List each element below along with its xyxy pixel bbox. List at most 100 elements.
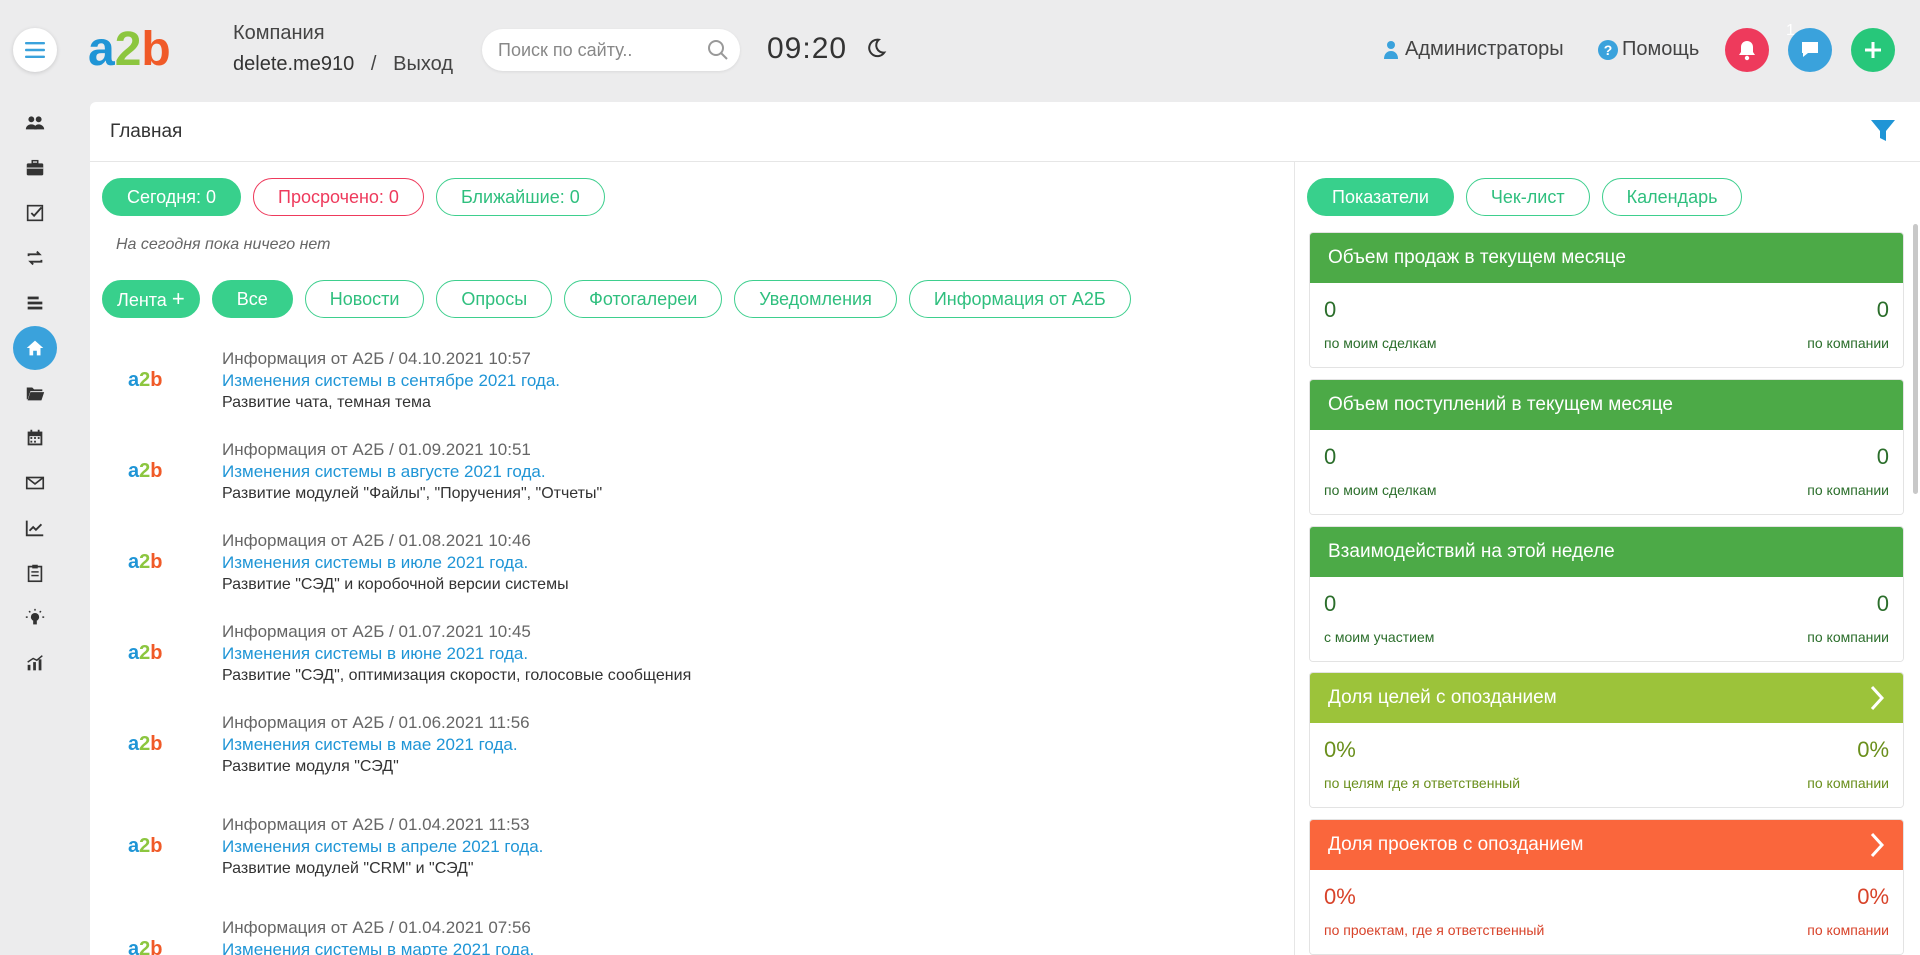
tab-polls[interactable]: Опросы <box>436 280 553 318</box>
plus-icon: + <box>171 286 185 311</box>
right-tabs: Показатели Чек-лист Календарь <box>1307 178 1743 216</box>
feed-item: a 2 b Информация от А2Б / 01.04.2021 07:56 И… <box>90 917 1190 955</box>
sidebar-item-analytics[interactable] <box>13 641 57 685</box>
feed-title-link[interactable]: Изменения системы в марте 2021 года. <box>222 939 534 955</box>
dark-mode-toggle[interactable] <box>865 37 887 64</box>
upcoming-tasks-button[interactable]: Ближайшие: 0 <box>435 178 605 216</box>
feed-item: a 2 b Информация от А2Б / 01.07.2021 10:45 И… <box>90 621 1190 691</box>
folder-icon <box>26 387 45 401</box>
indicator-card[interactable]: Доля целей с опозданием 0% 0% по целям где … <box>1309 672 1904 808</box>
sidebar-item-layers[interactable] <box>13 281 57 325</box>
sidebar-item-reports[interactable] <box>13 506 57 550</box>
filter-icon[interactable] <box>1870 118 1896 150</box>
card-body: 0 0 по моим сделкам по компании <box>1310 430 1903 514</box>
sidebar <box>0 0 70 955</box>
feed-logo-icon: a2b <box>128 551 163 573</box>
sidebar-item-processes[interactable] <box>13 236 57 280</box>
logo[interactable]: a 2 b <box>88 26 171 74</box>
indicator-card: Объем продаж в текущем месяце 0 0 по моим с… <box>1309 232 1904 368</box>
notifications-button[interactable] <box>1725 28 1769 72</box>
company-label[interactable]: Компания <box>233 22 453 45</box>
user-line: delete.me910 / Выход <box>233 53 453 76</box>
feed-title-link[interactable]: Изменения системы в июле 2021 года. <box>222 552 569 574</box>
indicator-card: Объем поступлений в текущем месяце 0 0 по м… <box>1309 379 1904 515</box>
card-left-value: 0% <box>1324 737 1356 762</box>
feed-title-link[interactable]: Изменения системы в июне 2021 года. <box>222 643 691 665</box>
feed-description: Развитие модулей "CRM" и "СЭД" <box>222 860 474 877</box>
repeat-icon <box>27 250 43 266</box>
indicator-card[interactable]: Доля проектов с опозданием 0% 0% по проекта… <box>1309 819 1904 955</box>
left-column: Сегодня: 0 Просрочено: 0 Ближайшие: 0 На… <box>90 162 1295 955</box>
feed-item: a 2 b Информация от А2Б / 01.09.2021 10:51 И… <box>90 439 1190 509</box>
tab-indicators[interactable]: Показатели <box>1307 178 1454 216</box>
card-right-label: по компании <box>1807 629 1889 645</box>
page-title: Главная <box>110 120 183 142</box>
card-right-label: по компании <box>1807 335 1889 351</box>
feed-logo-icon: a2b <box>128 460 163 482</box>
tab-notifications[interactable]: Уведомления <box>734 280 897 318</box>
sidebar-item-deals[interactable] <box>13 146 57 190</box>
sidebar-item-mail[interactable] <box>13 461 57 505</box>
feed-title-link[interactable]: Изменения системы в апреле 2021 года. <box>222 836 543 858</box>
menu-toggle-button[interactable] <box>13 28 57 72</box>
checkbox-icon <box>26 204 44 222</box>
sidebar-item-users[interactable] <box>13 101 57 145</box>
chevron-right-icon[interactable] <box>1869 685 1885 717</box>
sidebar-item-tasks[interactable] <box>13 191 57 235</box>
search-icon[interactable] <box>706 38 730 67</box>
feed-text: Информация от А2Б / 04.10.2021 10:57 Изме… <box>222 348 560 414</box>
indicator-card: Взаимодействий на этой неделе 0 0 с моим уч… <box>1309 526 1904 662</box>
tab-checklist[interactable]: Чек-лист <box>1465 178 1590 216</box>
clipboard-icon <box>27 564 43 583</box>
card-left-value: 0 <box>1324 297 1337 322</box>
card-title: Объем поступлений в текущем месяце <box>1328 394 1673 415</box>
card-right-label: по компании <box>1807 922 1889 938</box>
card-left-value: 0 <box>1324 591 1337 616</box>
feed-title-link[interactable]: Изменения системы в мае 2021 года. <box>222 734 530 756</box>
help-link[interactable]: ? Помощь <box>1598 38 1699 61</box>
admins-label: Администраторы <box>1405 38 1564 60</box>
card-body: 0 0 с моим участием по компании <box>1310 577 1903 661</box>
feed-meta: Информация от А2Б / 01.08.2021 10:46 <box>222 531 531 550</box>
tab-galleries[interactable]: Фотогалереи <box>564 280 723 318</box>
sidebar-item-calendar[interactable] <box>13 416 57 460</box>
card-header: Доля целей с опозданием <box>1310 673 1903 723</box>
tab-calendar[interactable]: Календарь <box>1601 178 1743 216</box>
feed-title-link[interactable]: Изменения системы в августе 2021 года. <box>222 461 602 483</box>
card-title: Взаимодействий на этой неделе <box>1328 541 1615 562</box>
today-tasks-button[interactable]: Сегодня: 0 <box>102 178 241 216</box>
search-input[interactable] <box>498 39 698 61</box>
sidebar-item-files[interactable] <box>13 371 57 415</box>
feed-title-link[interactable]: Изменения системы в сентябре 2021 года. <box>222 370 560 392</box>
right-column: Показатели Чек-лист Календарь Объем прод… <box>1295 162 1920 955</box>
overdue-tasks-button[interactable]: Просрочено: 0 <box>253 178 424 216</box>
sidebar-item-documents[interactable] <box>13 551 57 595</box>
username[interactable]: delete.me910 <box>233 53 354 75</box>
feed-logo-icon: a2b <box>128 733 163 755</box>
card-left-value: 0% <box>1324 884 1356 909</box>
tab-all[interactable]: Все <box>211 280 293 318</box>
tab-news[interactable]: Новости <box>304 280 425 318</box>
logout-link[interactable]: Выход <box>393 53 453 75</box>
tab-info[interactable]: Информация от А2Б <box>908 280 1131 318</box>
chevron-right-icon[interactable] <box>1869 832 1885 864</box>
add-button[interactable] <box>1851 28 1895 72</box>
sidebar-item-ideas[interactable] <box>13 596 57 640</box>
card-title: Доля целей с опозданием <box>1328 687 1557 708</box>
card-left-label: по проектам, где я ответственный <box>1324 922 1545 938</box>
feed-logo-icon: a2b <box>128 938 163 955</box>
feed-text: Информация от А2Б / 01.06.2021 11:56 Изме… <box>222 712 530 778</box>
home-icon <box>26 340 44 356</box>
card-body: 0% 0% по проектам, где я ответственный по к… <box>1310 870 1903 954</box>
sidebar-item-home[interactable] <box>13 326 57 370</box>
feed-meta: Информация от А2Б / 01.04.2021 11:53 <box>222 815 530 834</box>
scrollbar[interactable] <box>1913 224 1918 494</box>
card-right-value: 0 <box>1876 297 1889 322</box>
card-left-label: по моим сделкам <box>1324 482 1437 498</box>
empty-tasks-note: На сегодня пока ничего нет <box>116 236 331 253</box>
feed-add-button[interactable]: Лента + <box>102 280 200 318</box>
admins-link[interactable]: Администраторы <box>1383 38 1564 61</box>
card-right-value: 0 <box>1876 591 1889 616</box>
main-panel: Главная Сегодня: 0 Просрочено: 0 Ближайш… <box>90 102 1920 955</box>
feed-logo-icon: a2b <box>128 642 163 664</box>
